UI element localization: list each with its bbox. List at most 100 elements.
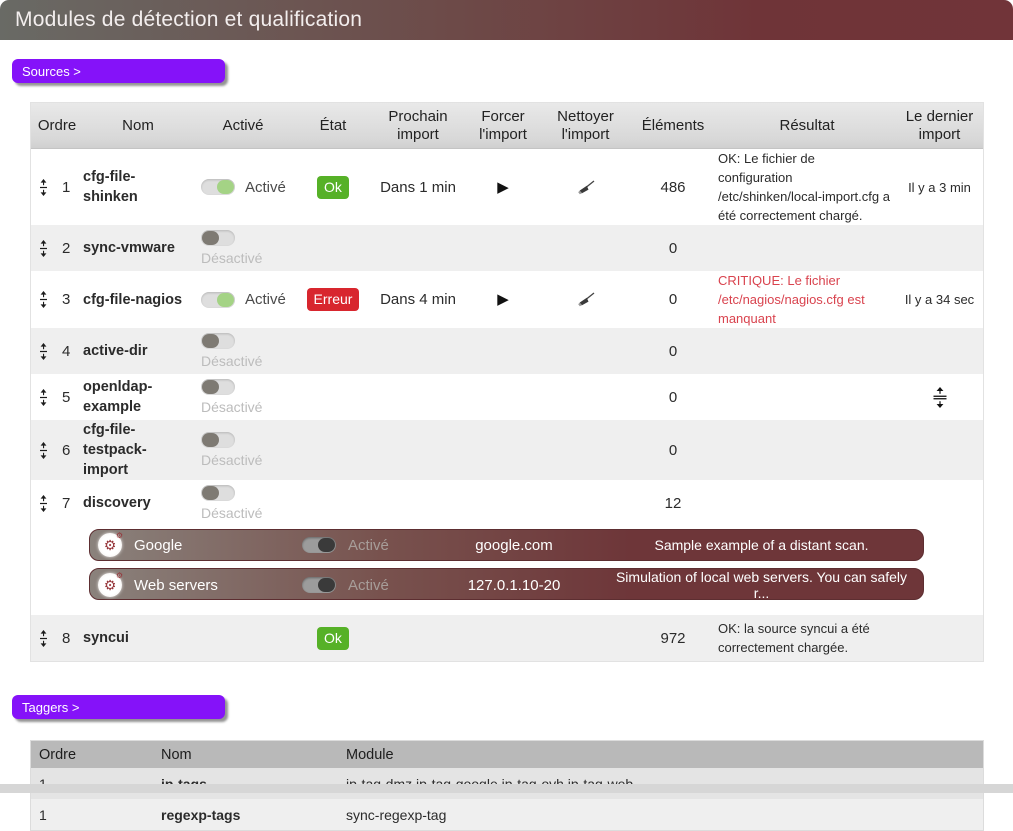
result-text: OK: Le fichier de configuration /etc/shi…	[718, 149, 896, 225]
col-header-dernier-import: Le dernier import	[896, 103, 983, 148]
enable-toggle[interactable]	[201, 292, 235, 308]
col-header-nom: Nom	[153, 741, 338, 768]
drag-handle-icon[interactable]	[39, 240, 48, 257]
drag-handle-icon[interactable]	[39, 442, 48, 459]
elements-count: 972	[628, 615, 718, 661]
col-header-forcer-import: Forcer l'import	[463, 103, 543, 148]
taggers-table-header: Ordre Nom Module	[31, 741, 983, 768]
page-title: Modules de détection et qualification	[15, 8, 362, 32]
row-order: 6	[62, 442, 70, 459]
row-order: 7	[62, 495, 70, 512]
subsource-row-google: ⚙⚙ Google Activé google.com Sample examp…	[89, 529, 924, 561]
col-header-ordre: Ordre	[31, 103, 83, 148]
toggle-label: Désactivé	[201, 353, 262, 369]
play-icon[interactable]: ▶	[497, 292, 509, 307]
enable-toggle[interactable]	[201, 432, 235, 448]
row-order: 3	[62, 291, 70, 308]
elements-count: 486	[628, 149, 718, 225]
tagger-name: regexp-tags	[153, 799, 338, 830]
toggle-label: Activé	[245, 291, 286, 308]
row-resize-cursor-icon	[933, 387, 947, 408]
tagger-order: 1	[31, 799, 153, 830]
broom-icon[interactable]	[577, 292, 595, 307]
source-name: cfg-file-nagios	[83, 271, 193, 328]
enable-toggle[interactable]	[201, 179, 235, 195]
toggle-label: Désactivé	[201, 250, 262, 266]
elements-count: 0	[628, 271, 718, 328]
table-row: 2 sync-vmware Désactivé 0	[31, 225, 983, 271]
discovery-subsources: ⚙⚙ Google Activé google.com Sample examp…	[31, 526, 983, 615]
sources-table-header: Ordre Nom Activé État Prochain import Fo…	[31, 103, 983, 149]
toggle-label: Désactivé	[201, 452, 262, 468]
sources-section-button[interactable]: Sources >	[12, 59, 225, 83]
page-header: Modules de détection et qualification	[0, 0, 1013, 40]
source-name: active-dir	[83, 328, 193, 374]
col-header-prochain-import: Prochain import	[373, 103, 463, 148]
gears-icon: ⚙⚙	[98, 573, 122, 597]
result-text: OK: la source syncui a été correctement …	[718, 615, 896, 661]
row-order: 5	[62, 389, 70, 406]
drag-handle-icon[interactable]	[39, 343, 48, 360]
toggle-label: Activé	[245, 179, 286, 196]
last-import: Il y a 34 sec	[896, 271, 983, 328]
drag-handle-icon[interactable]	[39, 389, 48, 406]
table-row: 1 regexp-tags sync-regexp-tag	[31, 799, 983, 830]
bottom-edge-strip	[0, 784, 1013, 793]
enable-toggle[interactable]	[201, 230, 235, 246]
row-order: 4	[62, 343, 70, 360]
toggle-label: Activé	[348, 537, 416, 554]
row-order: 8	[62, 630, 70, 647]
col-header-module: Module	[338, 741, 983, 768]
subsource-description: Sample example of a distant scan.	[612, 537, 911, 553]
row-order: 1	[62, 179, 70, 196]
drag-handle-icon[interactable]	[39, 630, 48, 647]
enable-toggle[interactable]	[302, 537, 336, 553]
source-name: discovery	[83, 480, 193, 526]
source-name: syncui	[83, 615, 193, 661]
table-row: 3 cfg-file-nagios Activé Erreur Dans 4 m…	[31, 271, 983, 328]
row-order: 2	[62, 240, 70, 257]
col-header-elements: Éléments	[628, 103, 718, 148]
last-import: Il y a 3 min	[896, 149, 983, 225]
gears-icon: ⚙⚙	[98, 533, 122, 557]
taggers-section-button[interactable]: Taggers >	[12, 695, 225, 719]
play-icon[interactable]: ▶	[497, 180, 509, 195]
elements-count: 0	[628, 328, 718, 374]
table-row: 5 openldap-example Désactivé 0	[31, 374, 983, 420]
drag-handle-icon[interactable]	[39, 495, 48, 512]
table-row: 4 active-dir Désactivé 0	[31, 328, 983, 374]
enable-toggle[interactable]	[302, 577, 336, 593]
elements-count: 0	[628, 420, 718, 480]
toggle-label: Activé	[348, 577, 416, 594]
next-import: Dans 1 min	[373, 149, 463, 225]
drag-handle-icon[interactable]	[39, 291, 48, 308]
subsource-row-web-servers: ⚙⚙ Web servers Activé 127.0.1.10-20 Simu…	[89, 568, 924, 600]
status-badge: Ok	[317, 627, 349, 650]
col-header-ordre: Ordre	[31, 741, 153, 768]
col-header-etat: État	[293, 103, 373, 148]
toggle-label: Désactivé	[201, 399, 262, 415]
drag-handle-icon[interactable]	[39, 179, 48, 196]
col-header-nom: Nom	[83, 103, 193, 148]
col-header-resultat: Résultat	[718, 103, 896, 148]
enable-toggle[interactable]	[201, 485, 235, 501]
source-name: cfg-file-shinken	[83, 149, 193, 225]
status-badge: Ok	[317, 176, 349, 199]
source-name: openldap-example	[83, 374, 193, 420]
table-row: 7 discovery Désactivé 12	[31, 480, 983, 526]
subsource-address: 127.0.1.10-20	[416, 577, 612, 594]
sources-table: Ordre Nom Activé État Prochain import Fo…	[30, 102, 984, 662]
next-import: Dans 4 min	[373, 271, 463, 328]
subsource-address: google.com	[416, 537, 612, 554]
subsource-name: Web servers	[134, 577, 302, 594]
broom-icon[interactable]	[577, 180, 595, 195]
subsource-name: Google	[134, 537, 302, 554]
source-name: cfg-file-testpack-import	[83, 420, 193, 480]
enable-toggle[interactable]	[201, 379, 235, 395]
col-header-nettoyer-import: Nettoyer l'import	[543, 103, 628, 148]
table-row: 8 syncui Ok 972 OK: la source syncui a é…	[31, 615, 983, 661]
tagger-module: sync-regexp-tag	[338, 799, 983, 830]
elements-count: 0	[628, 225, 718, 271]
toggle-label: Désactivé	[201, 505, 262, 521]
enable-toggle[interactable]	[201, 333, 235, 349]
